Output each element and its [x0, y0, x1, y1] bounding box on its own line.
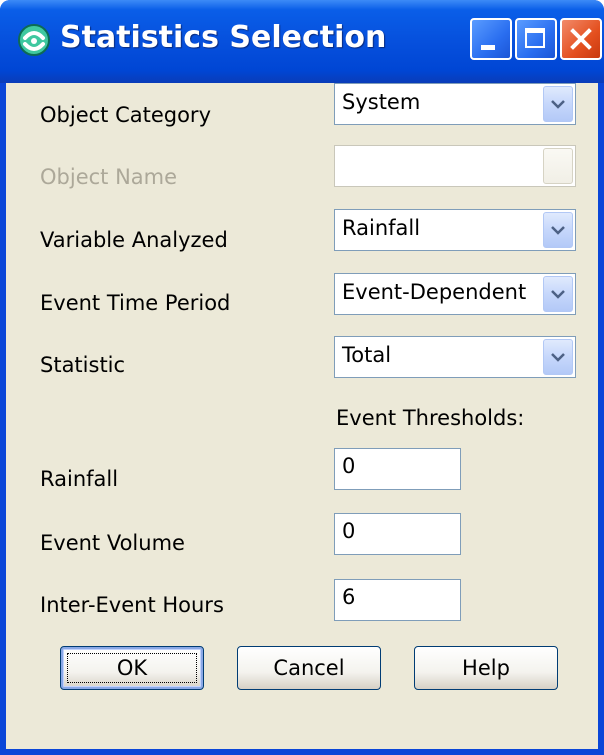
dialog-body: Object Category System Object Name Varia… — [6, 83, 598, 749]
statistic-value: Total — [342, 343, 392, 367]
ok-button[interactable]: OK — [60, 646, 204, 690]
object-name-dropdown-button — [543, 148, 573, 184]
chevron-down-icon — [551, 290, 565, 299]
cancel-button-label: Cancel — [273, 656, 345, 680]
event-time-period-value: Event-Dependent — [342, 280, 527, 304]
rainfall-threshold-label: Rainfall — [40, 467, 119, 491]
event-time-period-dropdown-button[interactable] — [543, 276, 573, 312]
window-title: Statistics Selection — [60, 20, 387, 55]
app-icon — [16, 22, 52, 58]
variable-analyzed-label: Variable Analyzed — [40, 228, 228, 252]
event-time-period-select[interactable]: Event-Dependent — [334, 273, 576, 315]
object-category-dropdown-button[interactable] — [543, 86, 573, 122]
object-name-label: Object Name — [40, 165, 178, 189]
variable-analyzed-select[interactable]: Rainfall — [334, 209, 576, 251]
statistic-label: Statistic — [40, 353, 126, 377]
variable-analyzed-dropdown-button[interactable] — [543, 212, 573, 248]
object-category-select[interactable]: System — [334, 83, 576, 125]
rainfall-threshold-field[interactable] — [334, 448, 461, 490]
close-icon — [570, 28, 592, 50]
help-button[interactable]: Help — [414, 646, 558, 690]
event-thresholds-heading: Event Thresholds: — [336, 406, 525, 430]
ok-button-label: OK — [116, 656, 148, 680]
event-time-period-label: Event Time Period — [40, 291, 231, 315]
rainfall-threshold-input[interactable] — [335, 449, 460, 489]
object-category-value: System — [342, 90, 421, 114]
title-bar[interactable]: Statistics Selection — [0, 0, 604, 83]
close-button[interactable] — [560, 18, 602, 60]
maximize-button[interactable] — [515, 18, 557, 60]
chevron-down-icon — [551, 226, 565, 235]
object-name-select — [334, 145, 576, 187]
help-button-label: Help — [462, 656, 510, 680]
maximize-icon — [525, 28, 545, 48]
chevron-down-icon — [551, 353, 565, 362]
cancel-button[interactable]: Cancel — [237, 646, 381, 690]
inter-event-hours-label: Inter-Event Hours — [40, 593, 224, 617]
chevron-down-icon — [551, 100, 565, 109]
statistic-select[interactable]: Total — [334, 336, 576, 378]
minimize-button[interactable] — [470, 18, 512, 60]
statistic-dropdown-button[interactable] — [543, 339, 573, 375]
inter-event-hours-input[interactable] — [335, 580, 460, 620]
event-volume-threshold-input[interactable] — [335, 514, 460, 554]
inter-event-hours-field[interactable] — [334, 579, 461, 621]
event-volume-threshold-field[interactable] — [334, 513, 461, 555]
statistics-selection-dialog: Statistics Selection Object Category Sys… — [0, 0, 604, 755]
object-category-label: Object Category — [40, 103, 211, 127]
variable-analyzed-value: Rainfall — [342, 216, 421, 240]
minimize-icon — [481, 45, 495, 50]
event-volume-threshold-label: Event Volume — [40, 531, 185, 555]
